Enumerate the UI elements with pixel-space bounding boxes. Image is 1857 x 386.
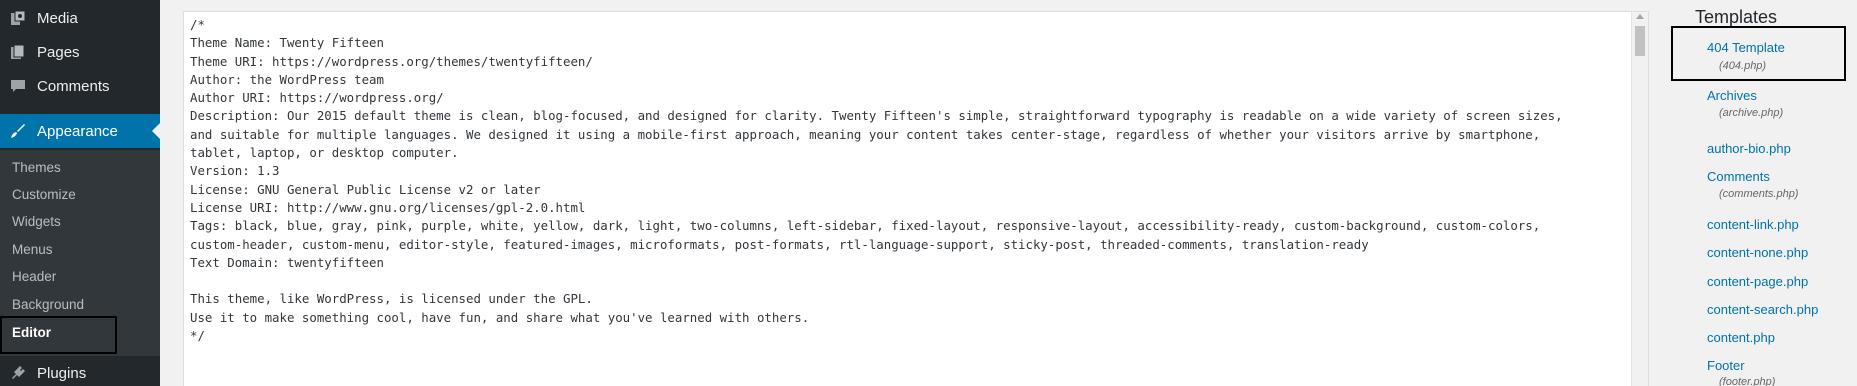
code-line: This theme, like WordPress, is licensed …: [190, 291, 593, 307]
template-link[interactable]: content-link.php: [1707, 217, 1799, 232]
menu-plugins-label: Plugins: [37, 364, 87, 382]
template-filename: (footer.php): [1719, 376, 1776, 386]
code-line: custom-header, custom-menu, editor-style…: [190, 236, 1369, 252]
template-link[interactable]: content.php: [1707, 330, 1775, 345]
templates-heading: Templates: [1695, 7, 1778, 27]
menu-pages[interactable]: Pages: [0, 35, 160, 69]
template-filename: (comments.php): [1719, 188, 1799, 200]
template-link[interactable]: content-none.php: [1707, 245, 1808, 260]
paintbrush-icon: [9, 122, 27, 140]
submenu-customize[interactable]: Customize: [12, 187, 76, 202]
scrollbar-thumb[interactable]: [1635, 26, 1645, 56]
code-line: Description: Our 2015 default theme is c…: [190, 108, 1563, 124]
menu-appearance[interactable]: Appearance: [0, 114, 160, 148]
code-line: Version: 1.3: [190, 163, 280, 179]
editor-highlight-box: [0, 316, 117, 354]
template-link[interactable]: Archives: [1707, 88, 1757, 103]
code-line: Author URI: https://wordpress.org/: [190, 90, 444, 106]
media-icon: [9, 9, 27, 27]
editor-scrollbar[interactable]: [1631, 12, 1648, 386]
code-line: Theme Name: Twenty Fifteen: [190, 35, 384, 51]
code-line: Text Domain: twentyfifteen: [190, 254, 384, 270]
menu-comments[interactable]: Comments: [0, 69, 160, 103]
comments-icon: [9, 77, 27, 95]
plugin-icon: [9, 364, 27, 382]
menu-plugins[interactable]: Plugins: [0, 356, 160, 386]
menu-media-label: Media: [37, 9, 78, 27]
menu-comments-label: Comments: [37, 77, 110, 95]
template-filename: (archive.php): [1719, 107, 1784, 119]
template-link[interactable]: content-search.php: [1707, 302, 1818, 317]
code-line: and suitable for multiple languages. We …: [190, 126, 1541, 142]
submenu-header[interactable]: Header: [12, 269, 56, 284]
submenu-widgets[interactable]: Widgets: [12, 214, 61, 229]
code-line: License URI: http://www.gnu.org/licenses…: [190, 199, 586, 215]
code-line: */: [190, 328, 205, 344]
theme-editor-textarea[interactable]: /* Theme Name: Twenty Fifteen Theme URI: h…: [183, 11, 1649, 386]
admin-sidebar: Media Pages Comments Appearance Themes C…: [0, 0, 160, 386]
submenu-menus[interactable]: Menus: [12, 242, 53, 257]
code-content: /* Theme Name: Twenty Fifteen Theme URI: h…: [190, 16, 1624, 386]
code-line: tablet, laptop, or desktop computer.: [190, 145, 459, 161]
menu-pages-label: Pages: [37, 43, 80, 61]
pages-icon: [9, 43, 27, 61]
menu-media[interactable]: Media: [0, 1, 160, 35]
template-link[interactable]: content-page.php: [1707, 274, 1808, 289]
code-line: Theme URI: https://wordpress.org/themes/…: [190, 53, 593, 69]
code-line: /*: [190, 17, 205, 32]
code-line: License: GNU General Public License v2 o…: [190, 181, 541, 197]
template-highlight-box: [1671, 26, 1846, 81]
menu-appearance-label: Appearance: [37, 122, 118, 140]
scroll-up-arrow-icon[interactable]: [1636, 14, 1644, 19]
template-link[interactable]: Footer: [1707, 358, 1745, 373]
submenu-themes[interactable]: Themes: [12, 160, 61, 175]
template-link[interactable]: Comments: [1707, 169, 1770, 184]
code-line: /**: [190, 382, 1624, 386]
code-line: Author: the WordPress team: [190, 71, 384, 87]
code-line: Tags: black, blue, gray, pink, purple, w…: [190, 218, 1541, 234]
submenu-background[interactable]: Background: [12, 297, 84, 312]
code-line: Use it to make something cool, have fun,…: [190, 309, 810, 325]
template-link[interactable]: author-bio.php: [1707, 141, 1791, 156]
